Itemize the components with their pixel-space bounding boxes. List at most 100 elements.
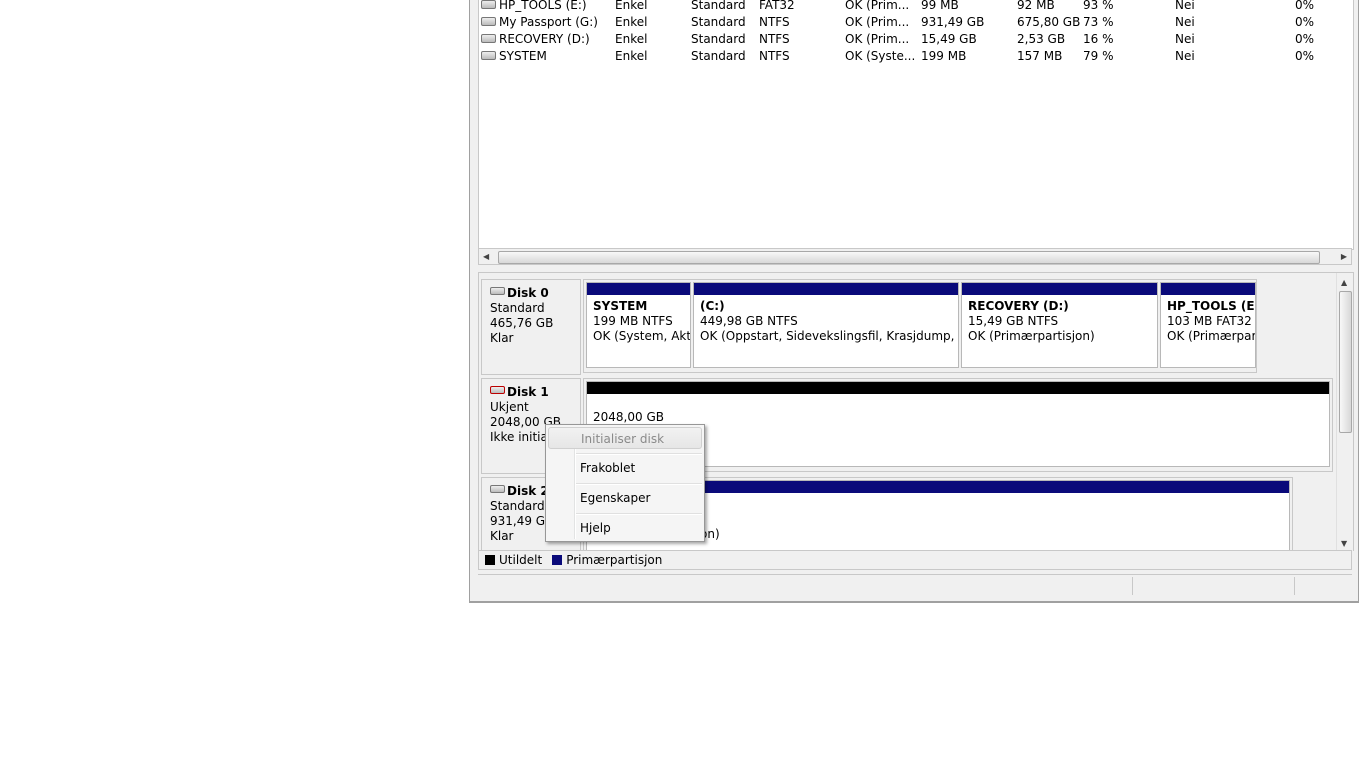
volume-capacity: 99 MB: [921, 0, 959, 12]
scroll-down-icon[interactable]: ▼: [1341, 536, 1347, 551]
menu-item-offline[interactable]: Frakoblet: [548, 457, 702, 479]
context-menu: Initialiser disk Frakoblet Egenskaper Hj…: [545, 424, 705, 542]
volume-name: RECOVERY (D:): [499, 32, 590, 46]
volume-row[interactable]: HP_TOOLS (E:) Enkel Standard FAT32 OK (P…: [479, 0, 1353, 14]
hard-drive-icon: [490, 485, 505, 493]
partition-status: OK (System, Aktiv: [593, 329, 690, 343]
primary-swatch: [552, 554, 563, 565]
partition-size: 103 MB FAT32: [1167, 314, 1252, 328]
volume-fault-tolerance: Nei: [1175, 32, 1195, 46]
hard-drive-icon: [481, 0, 496, 9]
disk-type: Standard: [490, 301, 545, 315]
volume-status: OK (Syste...: [845, 49, 916, 63]
scroll-up-icon[interactable]: ▲: [1341, 275, 1347, 290]
menu-separator: [576, 453, 702, 455]
disk-title: Disk 2: [507, 484, 549, 498]
volume-fs: NTFS: [759, 15, 790, 29]
partition-status: OK (Primærpartisjon): [968, 329, 1095, 343]
disk-title: Disk 0: [507, 286, 549, 300]
horizontal-scroll-thumb[interactable]: [498, 251, 1320, 264]
scroll-left-icon[interactable]: ◀: [483, 249, 489, 264]
volume-fault-tolerance: Nei: [1175, 15, 1195, 29]
volume-type: Standard: [691, 0, 746, 12]
volume-overhead: 0%: [1295, 49, 1315, 63]
volume-free-pct: 93 %: [1083, 0, 1114, 12]
volume-free-pct: 73 %: [1083, 15, 1114, 29]
menu-item-properties[interactable]: Egenskaper: [548, 487, 702, 509]
scroll-right-icon[interactable]: ▶: [1341, 249, 1347, 264]
volume-status: OK (Prim...: [845, 15, 910, 29]
volume-free: 92 MB: [1017, 0, 1055, 12]
partition-recovery[interactable]: RECOVERY (D:) 15,49 GB NTFS OK (Primærpa…: [961, 282, 1158, 368]
volume-type: Standard: [691, 15, 746, 29]
disk-state: Klar: [490, 331, 514, 345]
volume-overhead: 0%: [1295, 32, 1315, 46]
hard-drive-icon: [481, 51, 496, 60]
partition-name: SYSTEM: [593, 299, 648, 313]
partition-status: OK (Oppstart, Sidevekslingsfil, Krasjdum…: [700, 329, 958, 343]
volume-overhead: 0%: [1295, 15, 1315, 29]
partition-size: 199 MB NTFS: [593, 314, 673, 328]
disk-error-icon: [490, 386, 505, 394]
volume-capacity: 199 MB: [921, 49, 967, 63]
volume-free: 675,80 GB: [1017, 15, 1081, 29]
partition-name: HP_TOOLS (E:): [1167, 299, 1255, 313]
disk-size: 465,76 GB: [490, 316, 554, 330]
disk-title: Disk 1: [507, 385, 549, 399]
volume-row[interactable]: RECOVERY (D:) Enkel Standard NTFS OK (Pr…: [479, 31, 1353, 48]
volume-name: HP_TOOLS (E:): [499, 0, 587, 12]
menu-item-initialize-disk[interactable]: Initialiser disk: [548, 427, 702, 449]
volume-row[interactable]: My Passport (G:) Enkel Standard NTFS OK …: [479, 14, 1353, 31]
vertical-scrollbar[interactable]: ▲ ▼: [1336, 273, 1353, 551]
volume-fs: NTFS: [759, 49, 790, 63]
volume-type: Standard: [691, 49, 746, 63]
partition-name: (C:): [700, 299, 725, 313]
volume-free: 157 MB: [1017, 49, 1063, 63]
menu-separator: [576, 513, 702, 515]
volume-layout: Enkel: [615, 15, 648, 29]
volume-type: Standard: [691, 32, 746, 46]
menu-separator: [576, 483, 702, 485]
menu-item-help[interactable]: Hjelp: [548, 517, 702, 539]
partition-name: RECOVERY (D:): [968, 299, 1069, 313]
volume-fs: NTFS: [759, 32, 790, 46]
hard-drive-icon: [481, 34, 496, 43]
volume-fs: FAT32: [759, 0, 795, 12]
partition-c[interactable]: (C:) 449,98 GB NTFS OK (Oppstart, Sideve…: [693, 282, 959, 368]
volume-name: SYSTEM: [499, 49, 547, 63]
volume-layout: Enkel: [615, 32, 648, 46]
partition-size: 2048,00 GB: [593, 410, 664, 424]
partition-size: 449,98 GB NTFS: [700, 314, 798, 328]
volume-free-pct: 16 %: [1083, 32, 1114, 46]
status-bar: [478, 574, 1352, 597]
volume-list: HP_TOOLS (E:) Enkel Standard FAT32 OK (P…: [478, 0, 1354, 250]
volume-name: My Passport (G:): [499, 15, 598, 29]
partition-system[interactable]: SYSTEM 199 MB NTFS OK (System, Aktiv: [586, 282, 691, 368]
volume-fault-tolerance: Nei: [1175, 49, 1195, 63]
disk-0-partitions: SYSTEM 199 MB NTFS OK (System, Aktiv (C:…: [583, 279, 1257, 373]
hard-drive-icon: [490, 287, 505, 295]
volume-free-pct: 79 %: [1083, 49, 1114, 63]
volume-layout: Enkel: [615, 49, 648, 63]
volume-status: OK (Prim...: [845, 0, 910, 12]
disk-0-label[interactable]: Disk 0 Standard 465,76 GB Klar: [481, 279, 581, 375]
legend-primary: Primærpartisjon: [566, 553, 663, 567]
volume-status: OK (Prim...: [845, 32, 910, 46]
hard-drive-icon: [481, 17, 496, 26]
legend-unallocated: Utildelt: [499, 553, 543, 567]
volume-capacity: 931,49 GB: [921, 15, 985, 29]
volume-row[interactable]: SYSTEM Enkel Standard NTFS OK (Syste... …: [479, 48, 1353, 65]
volume-layout: Enkel: [615, 0, 648, 12]
horizontal-scrollbar[interactable]: ◀ ▶: [478, 248, 1352, 265]
partition-status: OK (Primærpart: [1167, 329, 1255, 343]
legend: Utildelt Primærpartisjon: [478, 550, 1352, 570]
vertical-scroll-thumb[interactable]: [1339, 291, 1352, 433]
partition-size: 15,49 GB NTFS: [968, 314, 1059, 328]
disk-type: Ukjent: [490, 400, 529, 414]
volume-fault-tolerance: Nei: [1175, 0, 1195, 12]
volume-free: 2,53 GB: [1017, 32, 1066, 46]
unallocated-swatch: [485, 554, 495, 565]
partition-hp-tools[interactable]: HP_TOOLS (E:) 103 MB FAT32 OK (Primærpar…: [1160, 282, 1256, 368]
volume-capacity: 15,49 GB: [921, 32, 977, 46]
volume-overhead: 0%: [1295, 0, 1315, 12]
